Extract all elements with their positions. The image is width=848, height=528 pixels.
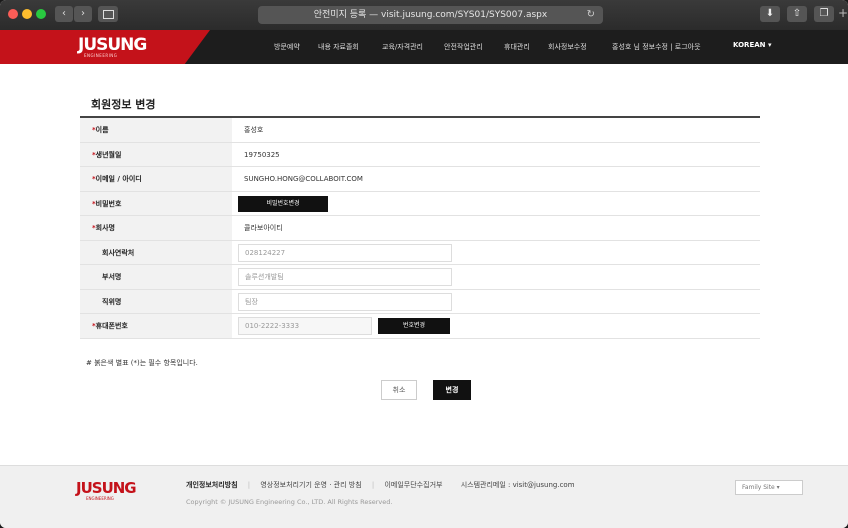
site-header: JUSUNG ENGINEERING 방문예약 내용 자료졸회 교육/자격관리 … <box>0 30 848 64</box>
email-value: SUNGHO.HONG@COLLABOIT.COM <box>244 175 363 183</box>
url-text: 안전미지 등록 — visit.jusung.com/SYS01/SYS007.… <box>313 10 548 20</box>
form-row-birth: *생년월일 19750325 <box>80 142 760 167</box>
nav-item-mobile[interactable]: 휴대관리 <box>504 42 530 52</box>
form-row-name: *이름 홍성호 <box>80 118 760 143</box>
position-label: 직위명 <box>80 289 232 313</box>
member-info-form: *이름 홍성호 *생년월일 19750325 *이메일 / 아이디 SUNGHO… <box>80 116 760 339</box>
tabs-icon[interactable]: ❐ <box>814 6 834 22</box>
language-select[interactable]: KOREAN ▾ <box>733 41 771 49</box>
password-label: *비밀번호 <box>80 191 232 215</box>
zoom-window-button[interactable] <box>36 9 46 19</box>
address-bar[interactable]: 안전미지 등록 — visit.jusung.com/SYS01/SYS007.… <box>258 6 603 24</box>
mobile-label: *휴대폰번호 <box>80 314 232 338</box>
site-logo-subtitle: ENGINEERING <box>84 53 118 58</box>
nav-item-education[interactable]: 교육/자격관리 <box>382 42 423 52</box>
page-title: 회원정보 변경 <box>91 98 156 111</box>
nav-item-content-lookup[interactable]: 내용 자료졸회 <box>318 42 359 52</box>
footer-logo: JUSUNG <box>76 479 137 497</box>
position-input[interactable]: 팀장 <box>238 292 452 311</box>
company-phone-input[interactable]: 028124227 <box>238 243 452 262</box>
form-row-department: 부서명 솔루션개발팀 <box>80 265 760 290</box>
email-label: *이메일 / 아이디 <box>80 167 232 191</box>
share-icon[interactable]: ⇧ <box>787 6 807 22</box>
site-logo[interactable]: JUSUNG <box>78 35 147 55</box>
privacy-policy-link[interactable]: 개인정보처리방침 <box>186 481 238 489</box>
name-label: *이름 <box>80 118 232 142</box>
birth-label: *생년월일 <box>80 142 232 166</box>
footer-logo-subtitle: ENGINEERING <box>86 496 114 501</box>
site-footer: JUSUNG ENGINEERING 개인정보처리방침 | 영상정보처리기기 운… <box>0 465 848 528</box>
forward-button[interactable]: › <box>74 6 92 22</box>
department-input[interactable]: 솔루션개발팀 <box>238 268 452 286</box>
company-label: *회사명 <box>80 216 232 240</box>
birth-value: 19750325 <box>244 150 280 159</box>
browser-toolbar: ‹ › 안전미지 등록 — visit.jusung.com/SYS01/SYS… <box>0 0 848 30</box>
cctv-policy-link[interactable]: 영상정보처리기기 운영 · 관리 방침 <box>260 481 361 489</box>
form-row-position: 직위명 팀장 <box>80 289 760 314</box>
department-label: 부서명 <box>80 265 232 289</box>
minimize-window-button[interactable] <box>22 9 32 19</box>
nav-item-company-info[interactable]: 회사정보수정 <box>548 42 587 52</box>
change-mobile-button[interactable]: 번호변경 <box>378 318 450 334</box>
copyright: Copyright © JUSUNG Engineering Co., LTD.… <box>186 498 393 506</box>
close-window-button[interactable] <box>8 9 18 19</box>
browser-window: ‹ › 안전미지 등록 — visit.jusung.com/SYS01/SYS… <box>0 0 848 528</box>
user-info-links[interactable]: 홍성호 님 정보수정 | 로그아웃 <box>612 42 701 52</box>
reload-icon[interactable]: ↻ <box>587 6 595 24</box>
required-note: # 붉은색 별표 (*)는 필수 항목입니다. <box>86 359 198 367</box>
company-value: 콜라보아이티 <box>244 224 283 232</box>
family-site-select[interactable]: Family Site ▾ <box>735 480 803 495</box>
form-row-email: *이메일 / 아이디 SUNGHO.HONG@COLLABOIT.COM <box>80 167 760 192</box>
form-row-mobile: *휴대폰번호 010-2222-3333 번호변경 <box>80 314 760 339</box>
company-phone-label: 회사연락처 <box>80 240 232 264</box>
nav-item-visit-reservation[interactable]: 방문예약 <box>274 42 300 52</box>
change-password-button[interactable]: 비밀번호변경 <box>238 195 328 212</box>
form-row-password: *비밀번호 비밀번호변경 <box>80 191 760 216</box>
submit-button[interactable]: 변경 <box>433 380 471 400</box>
sidebar-icon[interactable] <box>98 6 118 22</box>
mobile-input[interactable]: 010-2222-3333 <box>238 317 372 335</box>
admin-email: 시스템관리메일 : visit@jusung.com <box>460 481 575 489</box>
nav-item-safety-work[interactable]: 안전작업관리 <box>444 42 483 52</box>
cancel-button[interactable]: 취소 <box>381 380 417 400</box>
name-value: 홍성호 <box>244 126 264 134</box>
footer-links: 개인정보처리방침 | 영상정보처리기기 운영 · 관리 방침 | 이메일무단수집… <box>186 481 575 489</box>
email-refusal-link[interactable]: 이메일무단수집거부 <box>384 481 442 489</box>
back-button[interactable]: ‹ <box>55 6 73 22</box>
new-tab-button[interactable]: + <box>838 6 848 20</box>
download-icon[interactable]: ⬇ <box>760 6 780 22</box>
form-row-company-phone: 회사연락처 028124227 <box>80 240 760 265</box>
form-row-company: *회사명 콜라보아이티 <box>80 216 760 241</box>
